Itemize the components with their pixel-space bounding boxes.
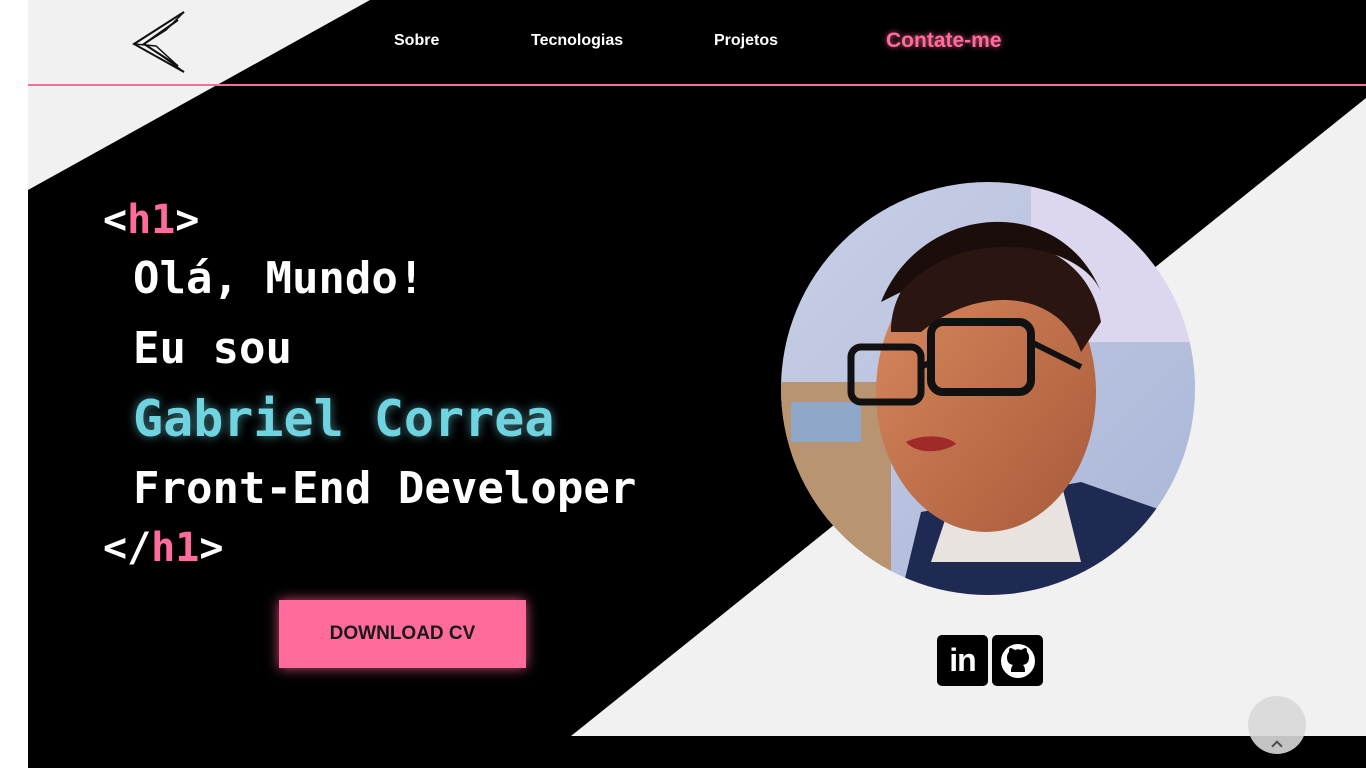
social-links: in	[937, 635, 1043, 686]
nav-link-contact[interactable]: Contate-me	[886, 29, 1002, 53]
nav-link-projetos[interactable]: Projetos	[714, 32, 778, 50]
download-cv-button[interactable]: DOWNLOAD CV	[279, 600, 526, 668]
name-text: Gabriel Correa	[133, 390, 555, 448]
github-mark-icon	[1000, 643, 1035, 678]
tag-name: h1	[127, 197, 176, 243]
header: Sobre Tecnologias Projetos Contate-me	[28, 0, 1366, 86]
intro-text: Eu sou	[133, 323, 292, 374]
header-divider	[28, 84, 1366, 86]
linkedin-label: in	[949, 642, 976, 678]
close-bracket-end: >	[199, 525, 224, 571]
hero-heading: <h1> Olá, Mundo! Eu sou Gabriel Correa F…	[103, 196, 636, 572]
role-text: Front-End Developer	[133, 463, 637, 514]
open-bracket: <	[103, 197, 128, 243]
tag-name-close: h1	[151, 525, 200, 571]
hero-text-lines: Olá, Mundo! Eu sou Gabriel Correa Front-…	[103, 244, 636, 524]
close-bracket: >	[175, 197, 200, 243]
arrow-up-icon	[1271, 740, 1283, 752]
greeting-text: Olá, Mundo!	[133, 253, 425, 304]
github-icon[interactable]	[992, 635, 1043, 686]
opening-tag: <h1>	[103, 196, 636, 244]
nav-link-sobre[interactable]: Sobre	[394, 32, 439, 50]
nav-link-tecnologias[interactable]: Tecnologias	[531, 32, 623, 50]
linkedin-icon[interactable]: in	[937, 635, 988, 686]
main-nav: Sobre Tecnologias Projetos Contate-me	[28, 0, 1366, 86]
closing-tag: </h1>	[103, 524, 636, 572]
landing-page: Sobre Tecnologias Projetos Contate-me <h…	[28, 0, 1366, 768]
profile-photo	[781, 182, 1195, 595]
close-open-bracket: </	[103, 525, 152, 571]
scroll-top-button[interactable]	[1248, 696, 1306, 754]
